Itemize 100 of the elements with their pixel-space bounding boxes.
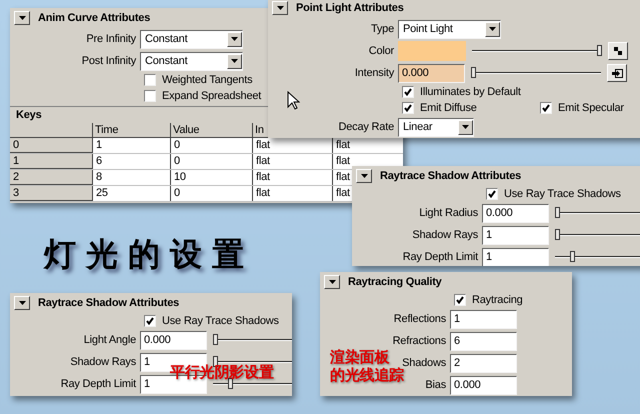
check-icon bbox=[542, 104, 550, 112]
number-field[interactable]: 0.000 bbox=[398, 64, 465, 82]
field-label: Color bbox=[368, 44, 394, 59]
panel-title: Raytracing Quality bbox=[348, 274, 442, 290]
field-label: Intensity bbox=[354, 66, 394, 81]
table-cell: 25 bbox=[92, 186, 170, 201]
checkbox-label: Raytracing bbox=[472, 292, 523, 308]
table-cell: 8 bbox=[92, 170, 170, 185]
field-label: Decay Rate bbox=[338, 120, 394, 135]
slider-thumb[interactable] bbox=[555, 207, 560, 218]
collapse-arrow-icon bbox=[276, 6, 284, 10]
dropdown[interactable]: Constant bbox=[140, 52, 243, 70]
number-field[interactable]: 1 bbox=[482, 226, 549, 244]
slider-thumb[interactable] bbox=[555, 229, 560, 240]
collapse-button[interactable] bbox=[14, 296, 30, 310]
table-cell: 0 bbox=[170, 138, 252, 153]
field-label: Type bbox=[370, 22, 394, 37]
dropdown-arrow-icon bbox=[231, 37, 238, 41]
panel-title: Point Light Attributes bbox=[296, 0, 404, 16]
table-title: Keys bbox=[16, 108, 42, 123]
field-label: Light Radius bbox=[419, 206, 478, 221]
input-connection-icon bbox=[612, 68, 622, 78]
table-cell: 10 bbox=[170, 170, 252, 185]
dropdown[interactable]: Constant bbox=[140, 30, 243, 48]
table-cell: flat bbox=[332, 138, 403, 153]
column-header: Value bbox=[170, 123, 252, 137]
checkbox-label: Illuminates by Default bbox=[420, 84, 521, 100]
field-label: Light Angle bbox=[84, 332, 136, 348]
field-label: Ray Depth Limit bbox=[60, 376, 136, 392]
table-cell: flat bbox=[252, 138, 332, 153]
row-index: 2 bbox=[10, 170, 92, 185]
field-label: Shadows bbox=[402, 356, 446, 369]
check-icon bbox=[456, 296, 464, 304]
checker-icon bbox=[614, 47, 622, 55]
dropdown-arrow-icon bbox=[462, 125, 469, 129]
checkbox[interactable] bbox=[402, 86, 414, 98]
table-cell: flat bbox=[252, 170, 332, 185]
checkbox[interactable] bbox=[402, 102, 414, 114]
slider-thumb[interactable] bbox=[597, 45, 602, 56]
check-icon bbox=[146, 317, 154, 325]
slider[interactable] bbox=[471, 66, 601, 80]
collapse-arrow-icon bbox=[360, 174, 368, 178]
slider-thumb[interactable] bbox=[471, 67, 476, 78]
number-field[interactable]: 0.000 bbox=[450, 376, 517, 394]
collapse-button[interactable] bbox=[14, 11, 30, 25]
field-label: Refractions bbox=[392, 334, 446, 349]
page-title: 灯光的设置 bbox=[44, 234, 254, 275]
column-header: Time bbox=[92, 123, 170, 137]
collapse-arrow-icon bbox=[18, 16, 26, 20]
field-label: Shadow Rays bbox=[412, 228, 478, 243]
checkbox-label: Emit Specular bbox=[558, 100, 624, 116]
checkbox-label: Use Ray Trace Shadows bbox=[162, 314, 279, 329]
number-field[interactable]: 0.000 bbox=[482, 204, 549, 222]
number-field[interactable]: 6 bbox=[450, 332, 517, 350]
collapse-button[interactable] bbox=[356, 169, 372, 183]
dropdown-arrow-icon bbox=[489, 27, 496, 31]
collapse-button[interactable] bbox=[272, 1, 288, 15]
field-label: Reflections bbox=[394, 312, 446, 327]
table-cell: 0 bbox=[170, 154, 252, 169]
checkbox[interactable] bbox=[540, 102, 552, 114]
checkbox[interactable] bbox=[144, 315, 156, 327]
cursor-icon bbox=[287, 91, 300, 110]
panel-title: Anim Curve Attributes bbox=[38, 10, 150, 26]
table-cell: 6 bbox=[92, 154, 170, 169]
map-button[interactable] bbox=[607, 64, 627, 82]
table-cell: 1 bbox=[92, 138, 170, 153]
field-label: Ray Depth Limit bbox=[402, 250, 478, 265]
number-field[interactable]: 2 bbox=[450, 354, 517, 372]
row-index: 1 bbox=[10, 154, 92, 169]
field-label: Shadow Rays bbox=[70, 354, 136, 370]
checkbox[interactable] bbox=[144, 90, 156, 102]
checkbox[interactable] bbox=[144, 74, 156, 86]
collapse-button[interactable] bbox=[324, 275, 340, 289]
panel-title: Raytrace Shadow Attributes bbox=[38, 296, 180, 311]
checkbox-label: Use Ray Trace Shadows bbox=[504, 186, 621, 202]
slider-thumb[interactable] bbox=[213, 334, 218, 345]
dropdown[interactable]: Point Light bbox=[398, 20, 501, 38]
checkbox[interactable] bbox=[486, 188, 498, 200]
field-label: Bias bbox=[425, 378, 446, 393]
checkbox-label: Weighted Tangents bbox=[162, 72, 252, 88]
number-field[interactable]: 1 bbox=[450, 310, 517, 328]
number-field[interactable]: 0.000 bbox=[140, 330, 207, 350]
checkbox-label: Emit Diffuse bbox=[420, 100, 477, 116]
table-cell: flat bbox=[252, 154, 332, 169]
check-icon bbox=[488, 190, 496, 198]
color-swatch[interactable] bbox=[398, 41, 466, 61]
row-index: 3 bbox=[10, 186, 92, 201]
slider[interactable] bbox=[472, 44, 602, 58]
field-label: Pre Infinity bbox=[86, 32, 136, 47]
row-index: 0 bbox=[10, 138, 92, 153]
table-cell: 0 bbox=[170, 186, 252, 201]
collapse-arrow-icon bbox=[328, 280, 336, 284]
table-cell: flat bbox=[252, 186, 332, 201]
map-button[interactable] bbox=[608, 42, 628, 60]
slider-thumb[interactable] bbox=[570, 251, 575, 262]
slider-thumb[interactable] bbox=[213, 356, 218, 367]
dropdown-arrow-icon bbox=[231, 59, 238, 63]
dropdown[interactable]: Linear bbox=[398, 118, 474, 136]
checkbox[interactable] bbox=[454, 294, 466, 306]
number-field[interactable]: 1 bbox=[482, 248, 549, 266]
